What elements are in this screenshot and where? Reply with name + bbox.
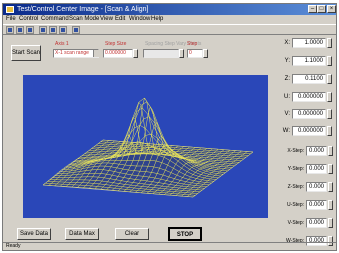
step-size-label: Step Size	[105, 41, 127, 47]
step-field[interactable]: 0	[187, 49, 203, 58]
application-window: Test/Control Center Image - [Scan & Alig…	[2, 3, 337, 251]
plot-icon[interactable]	[49, 26, 57, 34]
save-data-button[interactable]: Save Data	[17, 228, 51, 240]
axis-w-label: W:	[282, 128, 290, 134]
spacing-spinner[interactable]	[179, 49, 184, 58]
z-step-label: Z-Step:	[287, 184, 304, 190]
axis-u-field[interactable]: 0.000000	[292, 92, 326, 102]
step-label: Step	[187, 41, 198, 47]
toolbar	[3, 24, 336, 35]
u-step-label: U-Step:	[287, 202, 304, 208]
surface-plot-canvas	[42, 97, 254, 198]
axis-y-field[interactable]: 1.1000	[292, 56, 326, 66]
spacing-field[interactable]	[143, 49, 179, 58]
start-scan-button[interactable]: Start Scan	[11, 45, 41, 61]
clear-button[interactable]: Clear	[115, 228, 149, 240]
step-size-spinner[interactable]	[133, 49, 138, 58]
menu-view[interactable]: View	[100, 16, 113, 23]
axis-w-spinner[interactable]	[327, 126, 332, 136]
status-bar: Ready	[3, 242, 336, 250]
y-step-spinner[interactable]	[328, 164, 333, 174]
step-size-field[interactable]: 0.000000	[103, 49, 133, 58]
axis-panel: X: 1.0000 Y: 1.1000 Z: 0.1100 U: 0.00000…	[274, 35, 336, 250]
title-bar: Test/Control Center Image - [Scan & Alig…	[3, 4, 336, 15]
z-step-spinner[interactable]	[328, 182, 333, 192]
menu-bar: File Control Command Scan Mode View Edit…	[3, 15, 336, 24]
surface-plot	[23, 75, 268, 218]
axis-z-spinner[interactable]	[327, 74, 332, 84]
x-step-spinner[interactable]	[328, 146, 333, 156]
stop-button[interactable]: STOP	[168, 227, 202, 241]
v-step-field[interactable]: 0.000	[306, 218, 327, 228]
axis-v-label: V:	[284, 111, 290, 117]
print-icon[interactable]	[26, 26, 34, 34]
menu-file[interactable]: File	[6, 16, 16, 23]
u-step-spinner[interactable]	[328, 200, 333, 210]
step-spinner[interactable]	[203, 49, 208, 58]
maximize-button[interactable]: □	[317, 5, 326, 13]
minimize-button[interactable]: –	[308, 5, 317, 13]
close-button[interactable]: ×	[327, 5, 336, 13]
menu-edit[interactable]: Edit	[115, 16, 125, 23]
help-icon[interactable]	[72, 26, 80, 34]
data-max-button[interactable]: Data Max	[65, 228, 99, 240]
z-step-field[interactable]: 0.000	[306, 182, 327, 192]
open-icon[interactable]	[6, 26, 14, 34]
axis-u-spinner[interactable]	[327, 92, 332, 102]
axis-y-spinner[interactable]	[327, 56, 332, 66]
menu-scan-mode[interactable]: Scan Mode	[69, 16, 99, 23]
y-step-field[interactable]: 0.000	[306, 164, 327, 174]
axis-x-spinner[interactable]	[327, 38, 332, 48]
axis-v-spinner[interactable]	[327, 109, 332, 119]
menu-control[interactable]: Control	[19, 16, 38, 23]
v-step-spinner[interactable]	[328, 218, 333, 228]
axis-y-label: Y:	[284, 58, 290, 64]
zoom-icon[interactable]	[59, 26, 67, 34]
axis-w-field[interactable]: 0.000000	[292, 126, 326, 136]
status-text: Ready	[6, 243, 21, 249]
axis-label: Axis 1	[55, 41, 69, 47]
window-title: Test/Control Center Image - [Scan & Alig…	[17, 6, 149, 13]
u-step-field[interactable]: 0.000	[306, 200, 327, 210]
axis-v-field[interactable]: 0.000000	[292, 109, 326, 119]
menu-window[interactable]: Window	[129, 16, 150, 23]
y-step-label: Y-Step:	[287, 166, 304, 172]
chevron-down-icon[interactable]	[93, 50, 99, 57]
x-step-field[interactable]: 0.000	[306, 146, 327, 156]
x-step-label: X-Step:	[287, 148, 304, 154]
v-step-label: V-Step:	[287, 220, 304, 226]
scan-icon[interactable]	[39, 26, 47, 34]
save-icon[interactable]	[16, 26, 24, 34]
axis-z-field[interactable]: 0.1100	[292, 74, 326, 84]
menu-command[interactable]: Command	[41, 16, 69, 23]
axis-x-label: X:	[284, 40, 290, 46]
axis-u-label: U:	[284, 94, 290, 100]
menu-help[interactable]: Help	[151, 16, 163, 23]
app-icon	[6, 6, 14, 13]
axis-z-label: Z:	[284, 76, 290, 82]
axis-x-field[interactable]: 1.0000	[292, 38, 326, 48]
